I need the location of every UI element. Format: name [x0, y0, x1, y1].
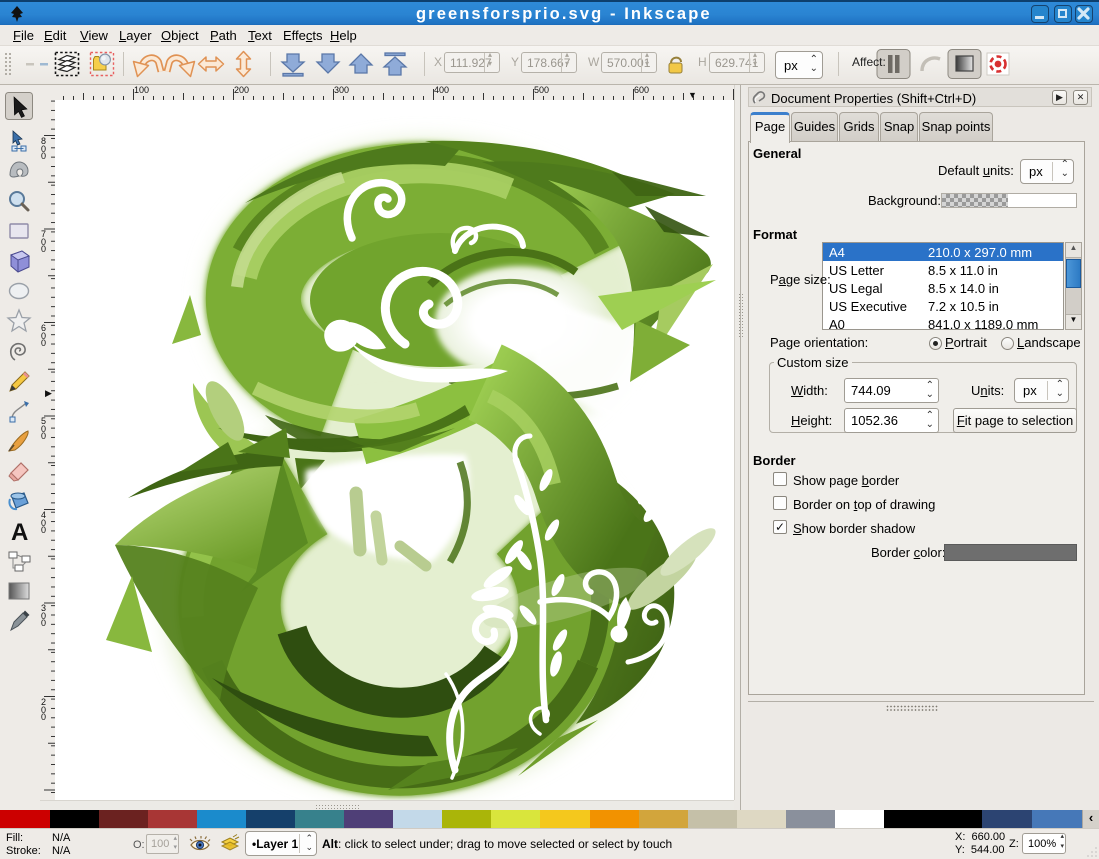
svg-text:A: A: [11, 519, 28, 546]
